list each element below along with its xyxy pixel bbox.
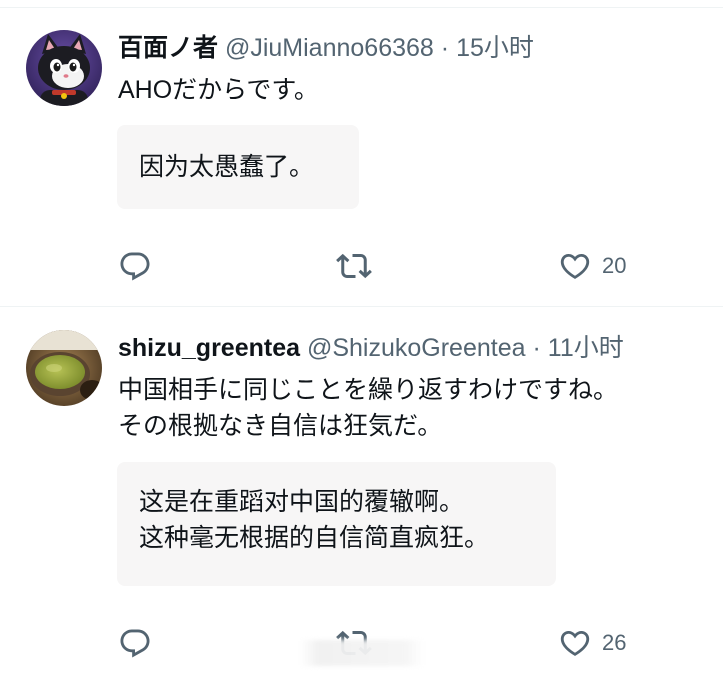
display-name[interactable]: shizu_greentea: [118, 334, 300, 362]
tweet-divider: [0, 306, 723, 307]
watermark-overlay: [300, 640, 424, 666]
user-handle[interactable]: @JiuMianno66368: [225, 34, 434, 62]
retweet-button[interactable]: [336, 246, 372, 286]
like-button[interactable]: 26: [558, 623, 626, 663]
separator-dot: ·: [440, 34, 450, 62]
translation-box: 这是在重蹈对中国的覆辙啊。 这种毫无根据的自信简直疯狂。: [117, 462, 556, 586]
avatar[interactable]: [26, 330, 102, 406]
reply-tweet[interactable]: 百面ノ者 @JiuMianno66368 · 15小时 AHOだからです。 因为…: [0, 8, 723, 306]
green-tea-cup-avatar: [26, 330, 102, 406]
separator-dot: ·: [532, 334, 541, 362]
display-name[interactable]: 百面ノ者: [118, 34, 218, 62]
cat-character-avatar: [26, 30, 102, 106]
like-button[interactable]: 20: [558, 246, 626, 286]
like-count: 26: [602, 630, 627, 655]
tweet-header: 百面ノ者 @JiuMianno66368 · 15小时: [118, 32, 534, 64]
tweet-text: AHOだからです。: [118, 76, 319, 104]
tweet-header: shizu_greentea @ShizukoGreentea · 11小时: [118, 332, 624, 364]
reply-button[interactable]: [118, 623, 152, 663]
reply-button[interactable]: [118, 246, 152, 286]
reply-bubble-icon: [120, 252, 150, 281]
translation-box: 因为太愚蠢了。: [117, 125, 359, 209]
action-bar: 20: [0, 246, 723, 286]
heart-icon: [560, 253, 590, 279]
user-handle[interactable]: @ShizukoGreentea: [307, 334, 526, 362]
timestamp[interactable]: 11小时: [548, 334, 624, 362]
timestamp[interactable]: 15小时: [456, 34, 534, 62]
reply-tweet[interactable]: shizu_greentea @ShizukoGreentea · 11小时 中…: [0, 308, 723, 675]
heart-icon: [560, 630, 590, 656]
retweet-arrows-icon: [336, 253, 372, 279]
like-count: 20: [602, 253, 627, 278]
tweet-text: 中国相手に同じことを繰り返すわけですね。 その根拠なき自信は狂気だ。: [118, 376, 619, 440]
avatar[interactable]: [26, 30, 102, 106]
reply-bubble-icon: [120, 629, 150, 658]
